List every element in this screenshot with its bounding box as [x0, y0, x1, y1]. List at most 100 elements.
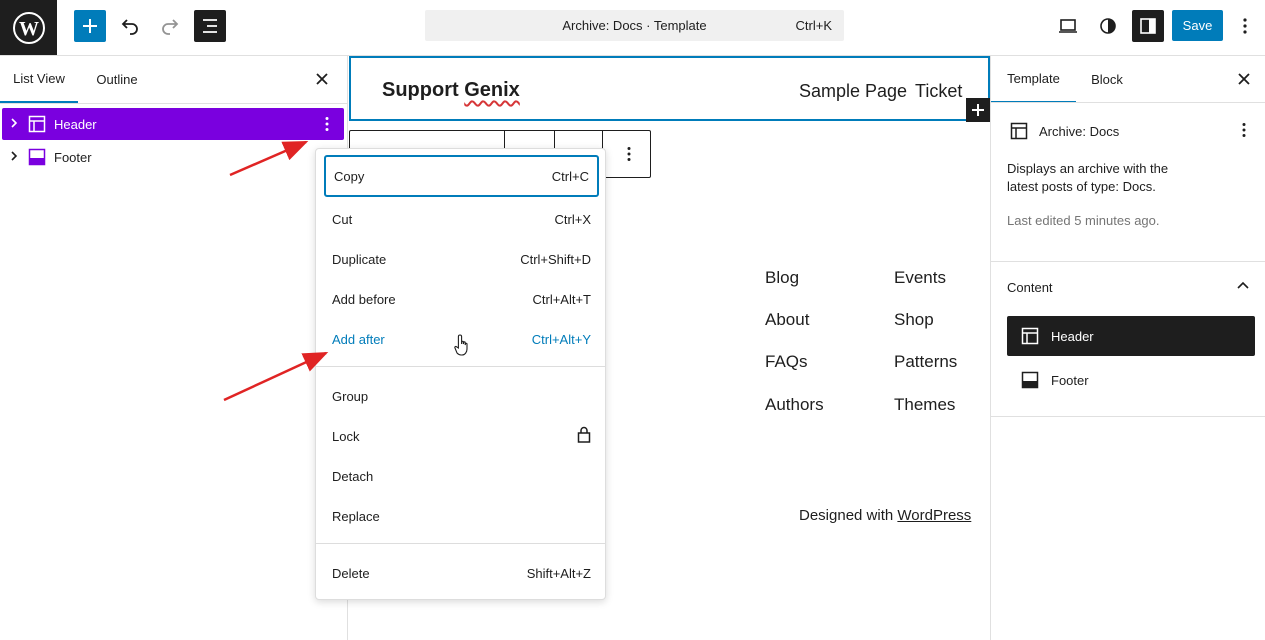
- panel-divider: [991, 261, 1265, 262]
- nav-link-ticket[interactable]: Ticket: [915, 81, 962, 102]
- menu-item-label: Group: [332, 388, 369, 404]
- footer-link-authors[interactable]: Authors: [765, 395, 824, 415]
- menu-item-label: Delete: [332, 565, 370, 581]
- menu-item-delete[interactable]: Delete Shift+Alt+Z: [324, 553, 599, 593]
- credit-text: Designed with: [799, 507, 898, 524]
- site-title-prefix: Support: [382, 79, 465, 101]
- tab-block[interactable]: Block: [1076, 56, 1138, 103]
- tabs-divider: [0, 103, 347, 104]
- desktop-icon: [1059, 19, 1077, 33]
- panel-divider: [991, 416, 1265, 417]
- template-description: Displays an archive with the latest post…: [1007, 161, 1169, 194]
- more-vertical-icon: [1243, 18, 1247, 34]
- menu-divider: [316, 366, 605, 367]
- tab-outline[interactable]: Outline: [84, 56, 150, 103]
- footer-link-themes[interactable]: Themes: [894, 395, 955, 415]
- content-item-header[interactable]: Header: [1007, 316, 1255, 356]
- menu-item-label: Duplicate: [332, 251, 387, 267]
- site-title[interactable]: Support Genix: [382, 79, 520, 102]
- close-icon[interactable]: [1235, 70, 1253, 88]
- list-view-item-header[interactable]: Header: [2, 108, 344, 140]
- settings-sidebar: Template Block Archive: Docs Displays an…: [990, 56, 1265, 640]
- footer-link-about[interactable]: About: [765, 310, 809, 330]
- header-template-part[interactable]: Support Genix Sample Page Ticket: [349, 56, 990, 121]
- undo-icon: [121, 19, 138, 35]
- sidebar-icon: [1140, 18, 1156, 34]
- chevron-right-icon[interactable]: [10, 150, 22, 164]
- menu-item-label: Cut: [332, 211, 353, 227]
- site-title-spellcheck-word: Genix: [464, 79, 520, 101]
- menu-item-shortcut: Ctrl+Alt+T: [532, 291, 591, 307]
- last-edited-text: Last edited 5 minutes ago.: [1007, 213, 1160, 228]
- hand-pointer-cursor-icon: [454, 333, 472, 360]
- wordpress-link[interactable]: WordPress: [897, 507, 971, 524]
- menu-item-add-before[interactable]: Add before Ctrl+Alt+T: [324, 279, 599, 319]
- chevron-up-icon[interactable]: [1235, 278, 1251, 294]
- menu-item-replace[interactable]: Replace: [324, 496, 599, 536]
- command-bar-label: Archive: Docs · Template: [562, 18, 707, 33]
- more-vertical-icon[interactable]: [318, 115, 336, 133]
- preview-button[interactable]: [1052, 10, 1084, 42]
- menu-item-shortcut: Ctrl+Alt+Y: [531, 331, 591, 347]
- options-button[interactable]: [1231, 10, 1259, 42]
- more-vertical-icon[interactable]: [620, 145, 638, 163]
- menu-item-duplicate[interactable]: Duplicate Ctrl+Shift+D: [324, 239, 599, 279]
- menu-item-shortcut: Ctrl+X: [554, 211, 591, 227]
- menu-item-label: Lock: [332, 428, 360, 444]
- block-options-menu: Copy Ctrl+C Cut Ctrl+X Duplicate Ctrl+Sh…: [315, 148, 606, 600]
- menu-item-copy[interactable]: Copy Ctrl+C: [324, 155, 599, 197]
- more-vertical-icon[interactable]: [1235, 121, 1253, 139]
- nav-link-sample-page[interactable]: Sample Page: [799, 81, 907, 102]
- content-panel-heading[interactable]: Content: [1007, 280, 1053, 295]
- menu-item-label: Add after: [332, 331, 385, 347]
- wordpress-logo-icon[interactable]: W: [0, 0, 57, 55]
- template-title: Archive: Docs: [1039, 124, 1120, 139]
- styles-button[interactable]: [1092, 10, 1124, 42]
- command-palette-bar[interactable]: Archive: Docs · Template Ctrl+K: [425, 10, 844, 41]
- contrast-icon: [1100, 18, 1116, 34]
- footer-link-blog[interactable]: Blog: [765, 268, 799, 288]
- menu-divider: [316, 543, 605, 544]
- designed-with-credit: Designed with WordPress: [799, 507, 971, 524]
- settings-sidebar-button[interactable]: [1132, 10, 1164, 42]
- svg-text:W: W: [19, 18, 39, 40]
- footer-link-patterns[interactable]: Patterns: [894, 352, 957, 372]
- lock-icon: [577, 426, 591, 446]
- redo-button[interactable]: [154, 10, 186, 42]
- menu-item-cut[interactable]: Cut Ctrl+X: [324, 199, 599, 239]
- save-button[interactable]: Save: [1172, 10, 1223, 41]
- content-item-label: Footer: [1051, 372, 1089, 388]
- tab-list-view[interactable]: List View: [0, 56, 78, 103]
- menu-item-group[interactable]: Group: [324, 376, 599, 416]
- undo-button[interactable]: [114, 10, 146, 42]
- template-part-header-icon: [1021, 327, 1039, 345]
- tabs-divider: [991, 102, 1265, 103]
- redo-icon: [162, 19, 179, 35]
- template-icon: [1009, 121, 1029, 141]
- menu-item-shortcut: Shift+Alt+Z: [526, 565, 591, 581]
- list-view-item-label: Header: [54, 116, 97, 132]
- menu-item-shortcut: Ctrl+C: [551, 168, 589, 184]
- template-part-header-icon: [28, 115, 46, 133]
- chevron-right-icon[interactable]: [10, 117, 22, 131]
- add-block-button[interactable]: [74, 10, 106, 42]
- editor-top-bar: W Archive: Docs · Template Ctrl+K Save: [0, 0, 1265, 56]
- command-bar-shortcut: Ctrl+K: [795, 18, 832, 33]
- tab-template[interactable]: Template: [991, 56, 1076, 103]
- tab-label: Block: [1091, 72, 1123, 87]
- document-overview-button[interactable]: [194, 10, 226, 42]
- menu-item-label: Copy: [334, 168, 365, 184]
- menu-item-detach[interactable]: Detach: [324, 456, 599, 496]
- footer-link-events[interactable]: Events: [894, 268, 946, 288]
- tab-label: List View: [13, 71, 65, 86]
- list-view-item-footer[interactable]: Footer: [2, 141, 344, 173]
- template-part-footer-icon: [28, 148, 46, 166]
- content-item-label: Header: [1051, 328, 1094, 344]
- tab-label: Template: [1007, 71, 1060, 86]
- content-item-footer[interactable]: Footer: [1007, 360, 1255, 400]
- footer-link-faqs[interactable]: FAQs: [765, 352, 808, 372]
- menu-item-lock[interactable]: Lock: [324, 416, 599, 456]
- footer-link-shop[interactable]: Shop: [894, 310, 934, 330]
- close-icon[interactable]: [313, 70, 331, 88]
- block-inserter-plus-icon[interactable]: [966, 98, 990, 122]
